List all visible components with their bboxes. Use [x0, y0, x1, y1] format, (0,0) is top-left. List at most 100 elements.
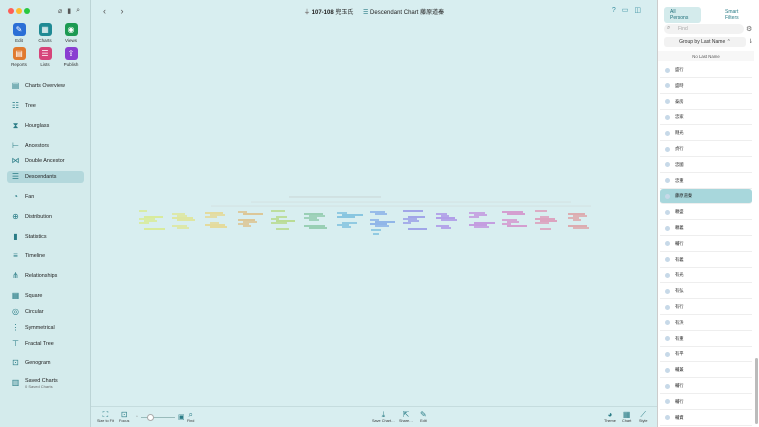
person-list-item[interactable]: 輔行 [660, 379, 752, 394]
zoom-slider-knob[interactable] [147, 414, 154, 421]
person-list-item[interactable]: 頼義 [660, 221, 752, 236]
sidebar-item-label: Saved Charts [25, 377, 58, 384]
edit-button[interactable]: ✎ Edit [420, 410, 427, 423]
tab-all-persons[interactable]: All Persons [664, 7, 701, 23]
find-icon: ⌕ [188, 410, 193, 419]
find-button[interactable]: ⌕ Find [187, 410, 194, 423]
person-list-item[interactable]: 剛光 [660, 126, 752, 142]
sidebar-item-fan[interactable]: ◔ Fan [7, 191, 84, 203]
sidebar-toggle-icon[interactable]: ◫ [634, 7, 647, 14]
person-list-item[interactable]: 輔資 [660, 411, 752, 426]
person-list-item[interactable]: 頼盛 [660, 205, 752, 221]
genogram-icon: ⊡ [12, 358, 19, 367]
theme-button[interactable]: ◕ Theme [604, 410, 616, 423]
share-button[interactable]: ⇱ Share… [399, 410, 413, 423]
save-chart-button[interactable]: ⤓ Save Chart… [372, 410, 395, 423]
zoom-slider[interactable] [141, 414, 175, 421]
sidebar-item-square[interactable]: ▦ Square [7, 290, 84, 302]
toolbar-reports-button[interactable]: ▤ Reports [10, 47, 28, 81]
help-icon[interactable]: ? [612, 7, 622, 14]
saved-charts-text: Saved Charts 0 Saved Charts [25, 378, 58, 389]
zoom-in-icon[interactable]: ▣ [178, 413, 185, 421]
person-name: 忠家 [675, 114, 684, 120]
focus-label: Focus [119, 419, 130, 423]
person-list-item[interactable]: 泰房 [660, 95, 752, 110]
person-list-item[interactable]: 忠重 [660, 174, 752, 189]
sidebar-item-symmetrical[interactable]: ⋮ Symmetrical [7, 322, 84, 334]
person-list-item[interactable]: 輔行 [660, 237, 752, 252]
sidebar-item-genogram[interactable]: ⊡ Genogram [7, 357, 84, 369]
focus-button[interactable]: ⊡ Focus [119, 410, 129, 423]
close-window-button[interactable] [8, 8, 14, 14]
group-by-select[interactable]: Group by Last Name ⌃ [664, 37, 746, 47]
person-list-item[interactable]: 有重 [660, 332, 752, 347]
sidebar-item-saved-charts[interactable]: ▥ Saved Charts 0 Saved Charts [7, 375, 84, 391]
person-list-item[interactable]: 藤原道秦 [660, 189, 752, 205]
sidebar-item-charts-overview[interactable]: ▤ Charts Overview [7, 80, 84, 92]
toolbar-label: Views [65, 38, 77, 43]
sidebar-item-label: Distribution [25, 214, 52, 220]
search-icon: ⌕ [667, 25, 671, 31]
charts-icon: ▦ [38, 23, 52, 36]
chart-canvas[interactable] [91, 22, 657, 406]
sidebar-item-tree[interactable]: ☷ Tree [7, 100, 84, 112]
person-list-item[interactable]: 輔兼 [660, 363, 752, 379]
sidebar-item-fractal-tree[interactable]: ⊤ Fractal Tree [7, 338, 84, 350]
tab-smart-filters[interactable]: Smart Filters [719, 7, 759, 23]
toolbar-publish-button[interactable]: ⇪ Publish [62, 47, 80, 81]
scrollbar[interactable] [755, 358, 758, 424]
chart-button[interactable]: ▦ Chart [622, 410, 631, 423]
search-icon[interactable]: ⌕ [76, 7, 80, 15]
person-list-item[interactable]: 忠家 [660, 110, 752, 126]
person-list-item[interactable]: 有光 [660, 268, 752, 284]
person-list-item[interactable]: 有義 [660, 253, 752, 268]
gear-icon[interactable]: ⚙ [746, 25, 752, 33]
descendant-chart[interactable] [91, 22, 657, 406]
sidebar-item-descendants[interactable]: ☰ Descendants [7, 171, 84, 183]
bookmark-icon[interactable]: ▮ [67, 7, 71, 15]
panel-tabs: All Persons Smart Filters [664, 7, 759, 23]
chart-title-text: Descendant Chart 藤原道秦 [370, 10, 445, 16]
edit-label: Edit [420, 419, 427, 423]
person-list-item[interactable]: 盛行 [660, 63, 752, 78]
person-list-item[interactable]: 輔行 [660, 395, 752, 410]
style-button[interactable]: ⟋ Style [639, 410, 647, 423]
zoom-window-button[interactable] [24, 8, 30, 14]
sidebar-item-timeline[interactable]: ≡ Timeline [7, 250, 84, 262]
person-icon [665, 83, 670, 89]
sidebar-item-label: Symmetrical [25, 325, 55, 331]
share-icon: ⇱ [402, 410, 410, 419]
sidebar-item-relationships[interactable]: ⋔ Relationships [7, 270, 84, 282]
person-list-item[interactable]: 有弘 [660, 284, 752, 300]
double-ancestor-icon: ⋈ [11, 156, 20, 165]
person-list-item[interactable]: 有行 [660, 300, 752, 315]
person-icon [665, 67, 670, 73]
size-to-fit-button[interactable]: ⛶ Size to Fit [97, 410, 114, 423]
nav-arrows[interactable]: ‹ › [103, 6, 130, 16]
sidebar-item-distribution[interactable]: ⊕ Distribution [7, 211, 84, 223]
minimize-window-button[interactable] [16, 8, 22, 14]
person-name: 有弘 [675, 288, 684, 294]
zoom-out-icon[interactable]: ▫ [136, 414, 138, 420]
attach-icon[interactable]: ⌀ [58, 7, 62, 15]
sidebar-item-label: Timeline [25, 253, 46, 259]
toolbar-label: Publish [63, 62, 79, 67]
window-icon[interactable]: ▭ [622, 7, 635, 14]
person-list-item[interactable]: 有浜 [660, 316, 752, 331]
person-list-item[interactable]: 盛時 [660, 79, 752, 94]
toolbar-lists-button[interactable]: ☰ Lists [36, 47, 54, 81]
sidebar-item-statistics[interactable]: ▮ Statistics [7, 231, 84, 243]
find-input[interactable]: ⌕ Find [664, 24, 744, 34]
person-list-item[interactable]: 有平 [660, 347, 752, 363]
person-icon [665, 114, 670, 120]
publish-icon: ⇪ [64, 47, 78, 60]
person-list-item[interactable]: 貞行 [660, 142, 752, 157]
sidebar-item-ancestors[interactable]: ⊢ Ancestors [7, 140, 84, 152]
sidebar-item-double-ancestor[interactable]: ⋈ Double Ancestor [7, 155, 84, 167]
sidebar-item-hourglass[interactable]: ⧗ Hourglass [7, 120, 84, 132]
person-list-item[interactable]: 忠國 [660, 158, 752, 173]
person-icon [665, 225, 670, 231]
sidebar-item-circular[interactable]: ◎ Circular [7, 306, 84, 318]
sort-icon[interactable]: ⇂ [748, 38, 753, 45]
saved-charts-count: 0 Saved Charts [25, 383, 53, 389]
